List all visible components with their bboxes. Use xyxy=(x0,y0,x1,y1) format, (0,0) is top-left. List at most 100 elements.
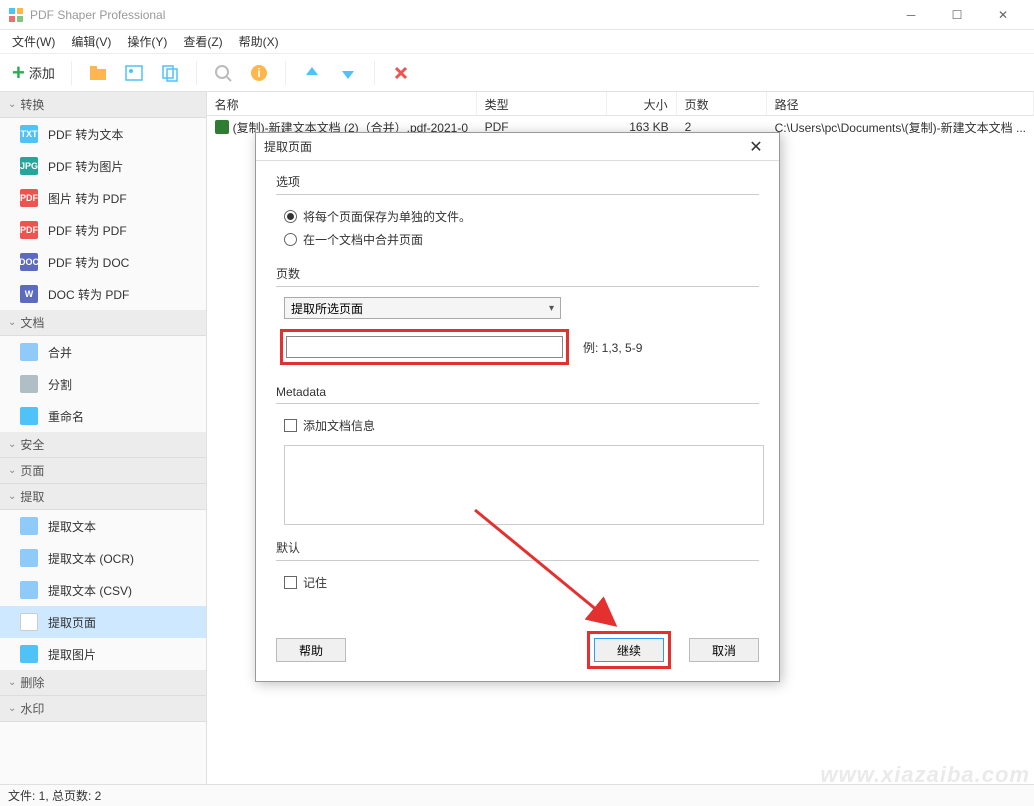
pages-mode-select[interactable]: 提取所选页面 ▾ xyxy=(284,297,561,319)
menu-view[interactable]: 查看(Z) xyxy=(175,30,230,53)
txt-icon: TXT xyxy=(20,125,38,143)
add-metadata-checkbox[interactable]: 添加文档信息 xyxy=(276,414,759,437)
sidebar-item-extract-text[interactable]: 提取文本 xyxy=(0,510,206,542)
page-range-highlight xyxy=(280,329,569,365)
doc-icon: DOC xyxy=(20,253,38,271)
sidebar-group-delete[interactable]: ⌄删除 xyxy=(0,670,206,696)
options-fieldset: 选项 将每个页面保存为单独的文件。 在一个文档中合并页面 xyxy=(276,173,759,251)
table-header: 名称 类型 大小 页数 路径 xyxy=(207,92,1034,116)
remember-checkbox[interactable]: 记住 xyxy=(276,571,759,594)
close-button[interactable]: ✕ xyxy=(980,0,1026,30)
extract-pages-dialog: 提取页面 ✕ 选项 将每个页面保存为单独的文件。 在一个文档中合并页面 页数 提… xyxy=(255,132,780,682)
add-button[interactable]: + 添加 xyxy=(8,56,59,90)
sidebar: ⌄转换 TXTPDF 转为文本 JPGPDF 转为图片 PDF图片 转为 PDF… xyxy=(0,92,207,784)
sidebar-group-document[interactable]: ⌄文档 xyxy=(0,310,206,336)
image-button[interactable] xyxy=(120,59,148,87)
chevron-icon: ⌄ xyxy=(8,465,16,476)
cancel-button[interactable]: 取消 xyxy=(689,638,759,662)
menu-edit[interactable]: 编辑(V) xyxy=(63,30,119,53)
window-controls: ─ ☐ ✕ xyxy=(888,0,1026,30)
rename-icon xyxy=(20,407,38,425)
metadata-textarea[interactable] xyxy=(284,445,764,525)
radio-save-separate[interactable]: 将每个页面保存为单独的文件。 xyxy=(276,205,759,228)
pdf-icon: PDF xyxy=(20,221,38,239)
default-label: 默认 xyxy=(276,539,759,560)
sidebar-item-pdf-to-doc[interactable]: DOCPDF 转为 DOC xyxy=(0,246,206,278)
pdf-icon: PDF xyxy=(20,189,38,207)
col-pages[interactable]: 页数 xyxy=(677,92,767,115)
chevron-icon: ⌄ xyxy=(8,491,16,502)
sidebar-group-page[interactable]: ⌄页面 xyxy=(0,458,206,484)
sidebar-item-extract-images[interactable]: 提取图片 xyxy=(0,638,206,670)
chevron-down-icon: ▾ xyxy=(549,303,554,314)
delete-button[interactable] xyxy=(387,59,415,87)
radio-icon xyxy=(284,233,297,246)
chevron-icon: ⌄ xyxy=(8,99,16,110)
pages-fieldset: 页数 提取所选页面 ▾ 例: 1,3, 5-9 xyxy=(276,265,759,371)
dialog-close-button[interactable]: ✕ xyxy=(741,137,771,157)
up-button[interactable] xyxy=(298,59,326,87)
dialog-body: 选项 将每个页面保存为单独的文件。 在一个文档中合并页面 页数 提取所选页面 ▾ xyxy=(256,161,779,620)
metadata-label: Metadata xyxy=(276,385,759,403)
menu-action[interactable]: 操作(Y) xyxy=(119,30,175,53)
menu-help[interactable]: 帮助(X) xyxy=(231,30,287,53)
separator xyxy=(374,61,375,85)
sidebar-group-extract[interactable]: ⌄提取 xyxy=(0,484,206,510)
search-button[interactable] xyxy=(209,59,237,87)
split-icon xyxy=(20,375,38,393)
page-range-input[interactable] xyxy=(286,336,563,358)
sidebar-item-pdf-to-text[interactable]: TXTPDF 转为文本 xyxy=(0,118,206,150)
continue-button[interactable]: 继续 xyxy=(594,638,664,662)
separator xyxy=(71,61,72,85)
menu-file[interactable]: 文件(W) xyxy=(4,30,63,53)
sidebar-group-watermark[interactable]: ⌄水印 xyxy=(0,696,206,722)
sidebar-group-security[interactable]: ⌄安全 xyxy=(0,432,206,458)
col-type[interactable]: 类型 xyxy=(477,92,607,115)
options-label: 选项 xyxy=(276,173,759,194)
col-path[interactable]: 路径 xyxy=(767,92,1034,115)
jpg-icon: JPG xyxy=(20,157,38,175)
col-size[interactable]: 大小 xyxy=(607,92,677,115)
sidebar-item-image-to-pdf[interactable]: PDF图片 转为 PDF xyxy=(0,182,206,214)
pages-label: 页数 xyxy=(276,265,759,286)
sidebar-item-extract-pages[interactable]: 提取页面 xyxy=(0,606,206,638)
col-name[interactable]: 名称 xyxy=(207,92,477,115)
dialog-title: 提取页面 xyxy=(264,138,741,155)
copy-button[interactable] xyxy=(156,59,184,87)
chevron-icon: ⌄ xyxy=(8,439,16,450)
toolbar: + 添加 i xyxy=(0,54,1034,92)
folder-open-button[interactable] xyxy=(84,59,112,87)
chevron-icon: ⌄ xyxy=(8,703,16,714)
help-button[interactable]: 帮助 xyxy=(276,638,346,662)
checkbox-icon xyxy=(284,576,297,589)
menubar: 文件(W) 编辑(V) 操作(Y) 查看(Z) 帮助(X) xyxy=(0,30,1034,54)
continue-button-highlight: 继续 xyxy=(587,631,671,669)
separator xyxy=(285,61,286,85)
svg-text:i: i xyxy=(257,66,260,80)
sidebar-item-extract-ocr[interactable]: 提取文本 (OCR) xyxy=(0,542,206,574)
checkbox-icon xyxy=(284,419,297,432)
down-button[interactable] xyxy=(334,59,362,87)
info-button[interactable]: i xyxy=(245,59,273,87)
dialog-titlebar: 提取页面 ✕ xyxy=(256,133,779,161)
sidebar-item-merge[interactable]: 合并 xyxy=(0,336,206,368)
sidebar-item-split[interactable]: 分割 xyxy=(0,368,206,400)
radio-icon xyxy=(284,210,297,223)
sidebar-item-pdf-to-image[interactable]: JPGPDF 转为图片 xyxy=(0,150,206,182)
minimize-button[interactable]: ─ xyxy=(888,0,934,30)
default-fieldset: 默认 记住 xyxy=(276,539,759,594)
sidebar-item-rename[interactable]: 重命名 xyxy=(0,400,206,432)
maximize-button[interactable]: ☐ xyxy=(934,0,980,30)
separator xyxy=(196,61,197,85)
merge-icon xyxy=(20,343,38,361)
radio-merge-single[interactable]: 在一个文档中合并页面 xyxy=(276,228,759,251)
sidebar-item-doc-to-pdf[interactable]: WDOC 转为 PDF xyxy=(0,278,206,310)
sidebar-group-convert[interactable]: ⌄转换 xyxy=(0,92,206,118)
watermark: www.xiazaiba.com xyxy=(820,762,1030,788)
sidebar-item-pdf-to-pdf[interactable]: PDFPDF 转为 PDF xyxy=(0,214,206,246)
cell-path: C:\Users\pc\Documents\(复制)-新建文本文档 ... xyxy=(767,117,1034,138)
page-icon xyxy=(20,613,38,631)
sidebar-item-extract-csv[interactable]: 提取文本 (CSV) xyxy=(0,574,206,606)
chevron-icon: ⌄ xyxy=(8,677,16,688)
ocr-icon xyxy=(20,549,38,567)
